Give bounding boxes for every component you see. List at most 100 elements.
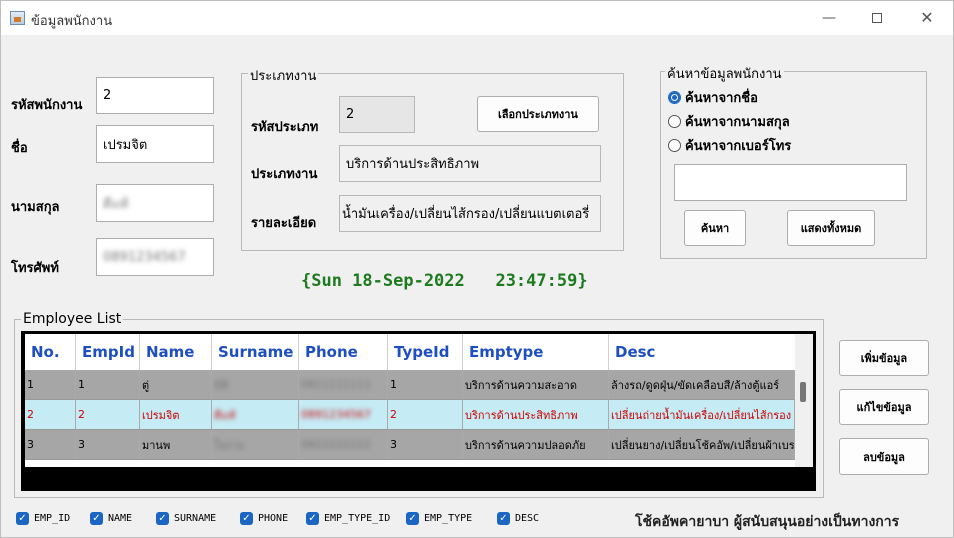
- table-cell: ล้างรถ/ดูดฝุ่น/ขัดเคลือบสี/ล้างตู้แอร์: [609, 370, 795, 400]
- search-by-name-radio[interactable]: ค้นหาจากชื่อ: [668, 87, 758, 108]
- table-viewport: No. EmpId Name Surname Phone TypeId Empt…: [25, 334, 795, 467]
- table-cell-blurred: 0891234567: [299, 400, 388, 430]
- table-header: No. EmpId Name Surname Phone TypeId Empt…: [25, 334, 795, 370]
- close-button[interactable]: ✕: [907, 5, 947, 31]
- employee-id-label: รหัสพนักงาน: [11, 98, 83, 113]
- job-detail-field[interactable]: น้ำมันเครื่อง/เปลี่ยนไส้กรอง/เปลี่ยนแบตเ…: [339, 195, 601, 232]
- maximize-button[interactable]: [857, 5, 897, 31]
- java-app-icon: [10, 11, 25, 25]
- toggle-emp-id-checkbox[interactable]: ✓ EMP_ID: [16, 512, 70, 525]
- column-header[interactable]: Desc: [609, 334, 795, 370]
- column-header[interactable]: TypeId: [388, 334, 463, 370]
- search-group-title: ค้นหาข้อมูลพนักงาน: [665, 63, 784, 84]
- column-header[interactable]: Surname: [212, 334, 299, 370]
- table-cell: 2: [25, 400, 76, 430]
- job-detail-label: รายละเอียด: [251, 216, 317, 231]
- type-id-field[interactable]: 2: [339, 96, 415, 133]
- toggle-surname-checkbox[interactable]: ✓ SURNAME: [156, 512, 216, 525]
- phone-value: 0891234567: [103, 249, 186, 265]
- radio-unselected-icon: [668, 115, 681, 128]
- add-button[interactable]: เพิ่มข้อมูล: [839, 340, 929, 376]
- search-button[interactable]: ค้นหา: [684, 210, 746, 246]
- table-row[interactable]: 3 3 มานพ ใจงาม 0822222222 3 บริการด้านคว…: [25, 430, 795, 460]
- surname-field[interactable]: ดีแท้: [96, 184, 214, 222]
- table-cell: เปรมจิต: [140, 400, 212, 430]
- title-bar: ข้อมูลพนักงาน — ✕: [1, 1, 953, 35]
- table-bottom-area: [25, 467, 813, 487]
- show-all-button[interactable]: แสดงทั้งหมด: [787, 210, 875, 246]
- radio-unselected-icon: [668, 139, 681, 152]
- table-cell: บริการด้านความสะอาด: [463, 370, 609, 400]
- table-cell: 3: [76, 430, 140, 460]
- search-by-surname-radio[interactable]: ค้นหาจากนามสกุล: [668, 111, 790, 132]
- checkbox-label: EMP_TYPE: [424, 513, 473, 524]
- checkmark-icon: ✓: [406, 512, 419, 525]
- checkbox-label: SURNAME: [174, 513, 217, 524]
- phone-value: 0891234567: [301, 408, 371, 421]
- table-row[interactable]: 1 1 ตู่ มีดี 0811111111 1 บริการด้านความ…: [25, 370, 795, 400]
- search-input[interactable]: [674, 164, 907, 201]
- clock-display: {Sun 18-Sep-2022 23:47:59}: [301, 271, 588, 291]
- table-cell: 1: [388, 370, 463, 400]
- delete-button[interactable]: ลบข้อมูล: [839, 438, 929, 475]
- minimize-button[interactable]: —: [809, 5, 849, 31]
- sponsor-text: โช้คอัพคายาบา ผู้สนับสนุนอย่างเป็นทางการ: [635, 514, 900, 530]
- type-id-label: รหัสประเภท: [251, 120, 319, 135]
- checkbox-label: DESC: [515, 513, 540, 524]
- table-cell-blurred: มีดี: [212, 370, 299, 400]
- toggle-emp-type-id-checkbox[interactable]: ✓ EMP_TYPE_ID: [306, 512, 390, 525]
- surname-value: มีดี: [214, 378, 229, 392]
- scrollbar-thumb[interactable]: [800, 382, 806, 402]
- table-cell-blurred: 0822222222: [299, 430, 388, 460]
- column-header[interactable]: EmpId: [76, 334, 140, 370]
- select-job-type-button[interactable]: เลือกประเภทงาน: [477, 96, 599, 132]
- checkbox-label: PHONE: [258, 513, 289, 524]
- surname-label: นามสกุล: [11, 200, 60, 215]
- table-cell: 1: [76, 370, 140, 400]
- name-label: ชื่อ: [11, 141, 28, 156]
- maximize-icon: [872, 13, 882, 23]
- edit-button[interactable]: แก้ไขข้อมูล: [839, 389, 929, 425]
- phone-value: 0811111111: [301, 378, 371, 391]
- surname-value: ดีแท้: [103, 196, 129, 212]
- surname-value: ดีแท้: [214, 408, 236, 422]
- column-header[interactable]: No.: [25, 334, 76, 370]
- phone-field[interactable]: 0891234567: [96, 238, 214, 276]
- checkmark-icon: ✓: [156, 512, 169, 525]
- toggle-phone-checkbox[interactable]: ✓ PHONE: [240, 512, 288, 525]
- checkmark-icon: ✓: [497, 512, 510, 525]
- column-header[interactable]: Emptype: [463, 334, 609, 370]
- table-cell: 3: [388, 430, 463, 460]
- table-cell: เปลี่ยนถ่ายน้ำมันเครื่อง/เปลี่ยนไส้กรอง: [609, 400, 795, 430]
- employee-list-title: Employee List: [21, 311, 124, 327]
- toggle-emp-type-checkbox[interactable]: ✓ EMP_TYPE: [406, 512, 472, 525]
- toggle-desc-checkbox[interactable]: ✓ DESC: [497, 512, 539, 525]
- checkbox-label: NAME: [108, 513, 133, 524]
- job-type-label: ประเภทงาน: [251, 167, 318, 182]
- search-by-phone-radio[interactable]: ค้นหาจากเบอร์โทร: [668, 135, 791, 156]
- table-cell-blurred: ใจงาม: [212, 430, 299, 460]
- search-by-name-label: ค้นหาจากชื่อ: [685, 91, 758, 106]
- employee-id-field[interactable]: 2: [96, 77, 214, 114]
- table-cell: 1: [25, 370, 76, 400]
- table-cell-blurred: ดีแท้: [212, 400, 299, 430]
- table-cell: 2: [388, 400, 463, 430]
- column-header[interactable]: Name: [140, 334, 212, 370]
- surname-value: ใจงาม: [214, 438, 245, 452]
- table-cell: มานพ: [140, 430, 212, 460]
- table-cell: บริการด้านประสิทธิภาพ: [463, 400, 609, 430]
- column-header[interactable]: Phone: [299, 334, 388, 370]
- name-field[interactable]: เปรมจิต: [96, 125, 214, 163]
- job-type-field[interactable]: บริการด้านประสิทธิภาพ: [339, 145, 601, 182]
- checkmark-icon: ✓: [306, 512, 319, 525]
- job-type-group-title: ประเภทงาน: [248, 65, 319, 86]
- search-by-surname-label: ค้นหาจากนามสกุล: [685, 115, 790, 130]
- phone-label: โทรศัพท์: [11, 261, 59, 276]
- table-cell: 3: [25, 430, 76, 460]
- employee-window: ข้อมูลพนักงาน — ✕ รหัสพนักงาน 2 ชื่อ เปร…: [0, 0, 954, 538]
- table-row-selected[interactable]: 2 2 เปรมจิต ดีแท้ 0891234567 2 บริการด้า…: [25, 400, 795, 430]
- toggle-name-checkbox[interactable]: ✓ NAME: [90, 512, 132, 525]
- checkmark-icon: ✓: [16, 512, 29, 525]
- vertical-scrollbar[interactable]: [795, 334, 813, 467]
- table-cell: ตู่: [140, 370, 212, 400]
